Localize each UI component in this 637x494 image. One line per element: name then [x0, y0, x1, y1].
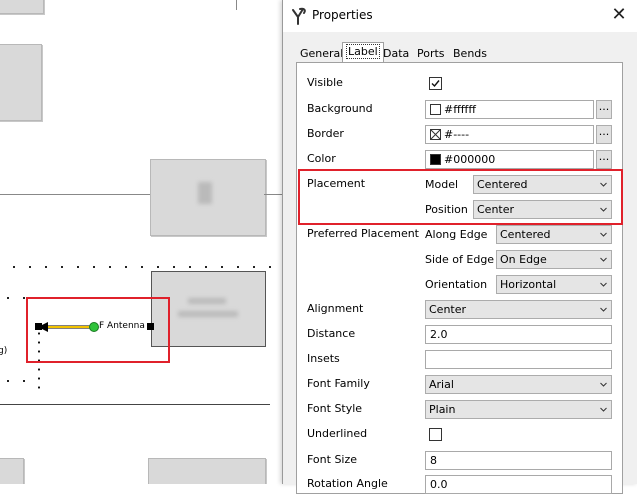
diagram-canvas[interactable]: g) F Antenna [0, 0, 290, 484]
tab-label: Bends [453, 47, 487, 60]
distance-input[interactable]: 2.0 [425, 325, 612, 344]
font-size-input[interactable]: 8 [425, 451, 612, 470]
background-value: #ffffff [444, 103, 476, 116]
chevron-down-icon [600, 307, 607, 312]
alignment-label: Alignment [307, 302, 364, 315]
chevron-down-icon [600, 382, 607, 387]
label-properties-panel: Visible Background #ffffff ... Border #-… [296, 62, 623, 494]
tab-label: Ports [417, 47, 445, 60]
highlight-box-edge-label [26, 297, 170, 363]
background-label: Background [307, 102, 373, 115]
orientation-label: Orientation [425, 278, 488, 291]
orientation-value: Horizontal [500, 278, 557, 291]
font-style-value: Plain [429, 403, 456, 416]
text-color-field[interactable]: #000000 [425, 150, 594, 169]
close-icon[interactable]: ✕ [606, 2, 632, 28]
font-family-value: Arial [429, 378, 454, 391]
side-of-edge-select[interactable]: On Edge [496, 250, 612, 269]
color-swatch [430, 154, 441, 165]
preferred-placement-label: Preferred Placement [307, 227, 419, 240]
color-label: Color [307, 152, 336, 165]
tab-ports[interactable]: Ports [413, 44, 449, 63]
chevron-down-icon [600, 407, 607, 412]
along-edge-select[interactable]: Centered [496, 225, 612, 244]
tab-general[interactable]: General [296, 44, 347, 63]
dialog-title: Properties [312, 8, 373, 22]
chevron-down-icon [600, 257, 607, 262]
tab-data[interactable]: Data [379, 44, 413, 63]
tab-label: General [300, 47, 344, 60]
font-size-label: Font Size [307, 453, 358, 466]
orientation-select[interactable]: Horizontal [496, 275, 612, 294]
insets-label: Insets [307, 352, 340, 365]
yworks-app-icon [292, 7, 306, 25]
alignment-select[interactable]: Center [425, 300, 612, 319]
chevron-down-icon [600, 282, 607, 287]
background-more-button[interactable]: ... [596, 100, 612, 119]
color-value: #000000 [444, 153, 496, 166]
color-swatch [430, 104, 441, 115]
along-edge-label: Along Edge [425, 228, 488, 241]
properties-dialog: Properties ✕ General Label Data Ports Be… [282, 0, 637, 494]
border-value: #---- [444, 128, 470, 141]
dialog-titlebar[interactable]: Properties ✕ [283, 0, 637, 32]
distance-label: Distance [307, 327, 356, 340]
along-edge-value: Centered [500, 228, 551, 241]
border-more-button[interactable]: ... [596, 125, 612, 144]
rotation-angle-input[interactable]: 0.0 [425, 475, 612, 494]
underlined-checkbox[interactable] [429, 428, 442, 441]
underlined-label: Underlined [307, 427, 368, 440]
alignment-value: Center [429, 303, 467, 316]
font-style-label: Font Style [307, 402, 363, 415]
tab-label-text: Label [346, 44, 380, 59]
font-family-select[interactable]: Arial [425, 375, 612, 394]
tab-bends[interactable]: Bends [449, 44, 491, 63]
chevron-down-icon [600, 232, 607, 237]
font-style-select[interactable]: Plain [425, 400, 612, 419]
selected-edge[interactable] [0, 0, 290, 484]
checkmark-icon [431, 80, 440, 88]
tab-label: Data [383, 47, 410, 60]
highlight-box-placement [298, 169, 623, 225]
insets-input[interactable] [425, 350, 612, 369]
tab-label[interactable]: Label [342, 42, 384, 62]
side-of-edge-value: On Edge [500, 253, 547, 266]
visible-checkbox[interactable] [429, 77, 442, 90]
border-label: Border [307, 127, 344, 140]
no-color-swatch-icon [430, 129, 441, 140]
border-color-field[interactable]: #---- [425, 125, 594, 144]
visible-label: Visible [307, 76, 343, 89]
font-family-label: Font Family [307, 377, 370, 390]
background-color-field[interactable]: #ffffff [425, 100, 594, 119]
side-of-edge-label: Side of Edge [425, 253, 495, 266]
color-more-button[interactable]: ... [596, 150, 612, 169]
